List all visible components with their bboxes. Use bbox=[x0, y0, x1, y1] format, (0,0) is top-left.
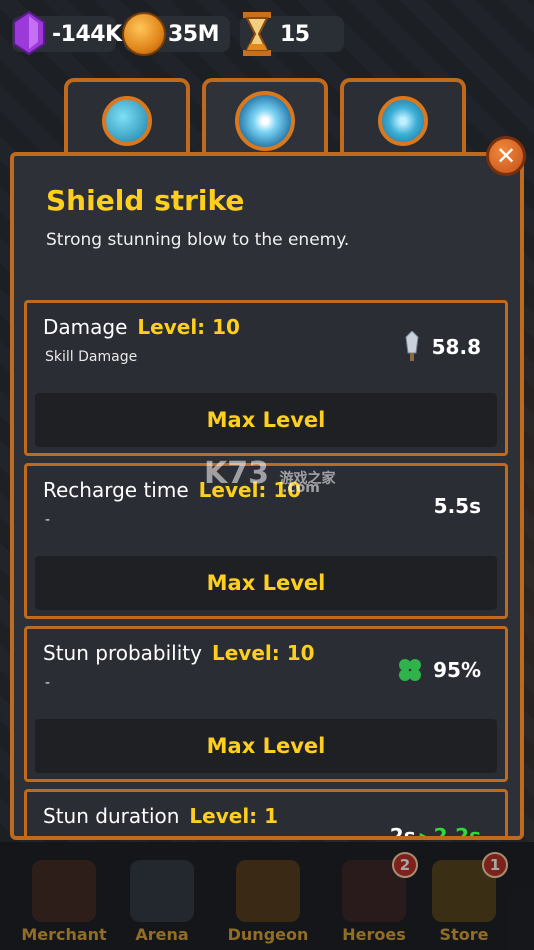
gold-coin-icon bbox=[122, 12, 166, 56]
stat-subtitle: Skill Damage bbox=[45, 349, 138, 365]
stat-value-text: 95% bbox=[433, 658, 481, 682]
tab-skill-1[interactable] bbox=[64, 78, 190, 160]
stat-name: Damage bbox=[43, 315, 128, 339]
gems-counter: -144K bbox=[12, 10, 122, 56]
stat-name: Recharge time bbox=[43, 478, 189, 502]
skill-panel: Shield strike Strong stunning blow to th… bbox=[10, 152, 524, 840]
watermark-brand: K73 bbox=[204, 456, 269, 491]
tab-skill-3[interactable] bbox=[340, 78, 466, 160]
stat-card-stun-duration: Stun duration Level: 1 2s ▸ 2.2s bbox=[24, 789, 508, 840]
stat-subtitle: - bbox=[45, 675, 51, 691]
stat-subtitle: - bbox=[45, 512, 51, 528]
gems-value: -144K bbox=[52, 21, 122, 47]
stat-value-current: 2s bbox=[389, 824, 416, 840]
max-level-button[interactable]: Max Level bbox=[35, 556, 497, 610]
stat-value-text: 58.8 bbox=[431, 335, 481, 359]
stat-value: 58.8 bbox=[402, 331, 481, 363]
watermark: K73 游戏之家 .com bbox=[204, 456, 335, 496]
sword-icon bbox=[405, 331, 419, 361]
time-counter: 15 bbox=[240, 12, 344, 56]
stat-name: Stun duration bbox=[43, 804, 180, 828]
stat-value: 2s ▸ 2.2s bbox=[389, 824, 481, 840]
hourglass-icon bbox=[243, 12, 271, 56]
time-value: 15 bbox=[280, 21, 310, 47]
shield-strike-icon bbox=[102, 96, 152, 146]
gold-value: 35M bbox=[168, 21, 220, 47]
modal-dim-overlay bbox=[0, 842, 534, 950]
stat-value: 95% bbox=[397, 657, 481, 683]
skill-title: Shield strike bbox=[46, 184, 245, 217]
close-button[interactable]: ✕ bbox=[486, 136, 526, 176]
stat-level: Level: 1 bbox=[189, 804, 279, 828]
tab-skill-2[interactable] bbox=[202, 78, 328, 160]
close-icon: ✕ bbox=[495, 142, 517, 170]
max-level-button[interactable]: Max Level bbox=[35, 393, 497, 447]
clover-icon bbox=[399, 659, 422, 681]
star-burst-icon bbox=[235, 91, 295, 151]
stat-level: Level: 10 bbox=[137, 315, 240, 339]
skill-description: Strong stunning blow to the enemy. bbox=[46, 230, 350, 250]
gold-counter: 35M bbox=[122, 12, 230, 56]
purple-gem-icon bbox=[13, 10, 45, 56]
max-level-button[interactable]: Max Level bbox=[35, 719, 497, 773]
arrow-right-icon: ▸ bbox=[419, 824, 430, 840]
stat-card-damage: Damage Level: 10 Skill Damage 58.8 Max Le… bbox=[24, 300, 508, 456]
stat-card-stun-probability: Stun probability Level: 10 - 95% Max Leve… bbox=[24, 626, 508, 782]
gear-rune-icon bbox=[378, 96, 428, 146]
stat-value: 5.5s bbox=[434, 494, 481, 518]
stat-level: Level: 10 bbox=[211, 641, 315, 665]
watermark-domain: .com bbox=[282, 480, 320, 496]
stat-name: Stun probability bbox=[43, 641, 202, 665]
stat-value-next: 2.2s bbox=[433, 824, 481, 840]
stat-value-text: 5.5s bbox=[433, 494, 481, 518]
